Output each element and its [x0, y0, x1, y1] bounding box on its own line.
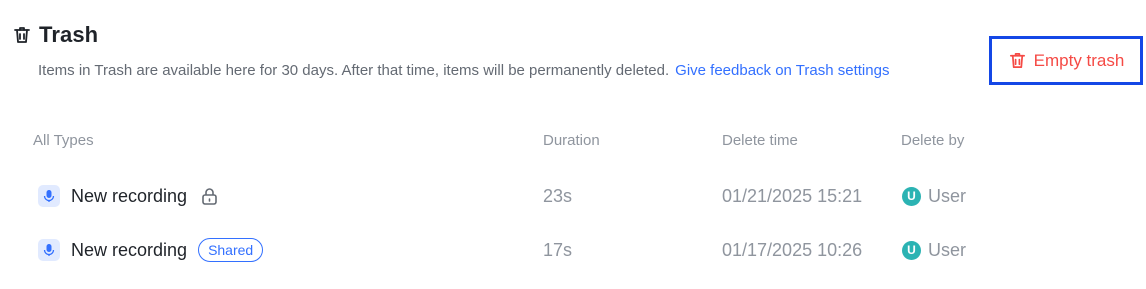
trash-icon [1008, 51, 1027, 70]
name-cell: New recording Shared [38, 235, 264, 265]
shared-badge: Shared [198, 238, 264, 262]
delete-time-cell: 01/21/2025 15:21 [722, 185, 863, 206]
duration-cell: 23s [543, 185, 573, 206]
delete-time-cell: 01/17/2025 10:26 [722, 239, 863, 260]
column-delete-by: Delete by [901, 132, 965, 149]
description-text: Items in Trash are available here for 30… [38, 62, 670, 79]
delete-by-name: User [928, 185, 967, 206]
table-header: All Types Duration Delete time Delete by [0, 132, 1146, 152]
column-duration: Duration [543, 132, 600, 149]
item-name[interactable]: New recording [71, 186, 187, 207]
page-description: Items in Trash are available here for 30… [38, 56, 918, 86]
avatar: U [902, 240, 921, 260]
delete-by-name: User [928, 239, 967, 260]
avatar: U [902, 186, 921, 206]
empty-trash-label: Empty trash [1033, 50, 1125, 70]
item-name[interactable]: New recording [71, 240, 187, 261]
microphone-icon [38, 239, 60, 261]
name-cell: New recording [38, 181, 218, 211]
microphone-icon [38, 185, 60, 207]
lock-icon [201, 187, 218, 205]
table-row[interactable]: New recording 23s 01/21/2025 15:21 U Use… [0, 181, 1146, 211]
delete-by-cell: U User [902, 235, 966, 265]
page-title: Trash [39, 22, 99, 47]
page-header: Trash [12, 22, 98, 48]
duration-cell: 17s [543, 239, 573, 260]
column-all-types[interactable]: All Types [33, 132, 94, 149]
column-delete-time: Delete time [722, 132, 798, 149]
table-row[interactable]: New recording Shared 17s 01/17/2025 10:2… [0, 235, 1146, 265]
feedback-link[interactable]: Give feedback on Trash settings [675, 62, 889, 79]
delete-by-cell: U User [902, 181, 966, 211]
trash-icon [12, 25, 32, 45]
empty-trash-button[interactable]: Empty trash [989, 36, 1143, 85]
